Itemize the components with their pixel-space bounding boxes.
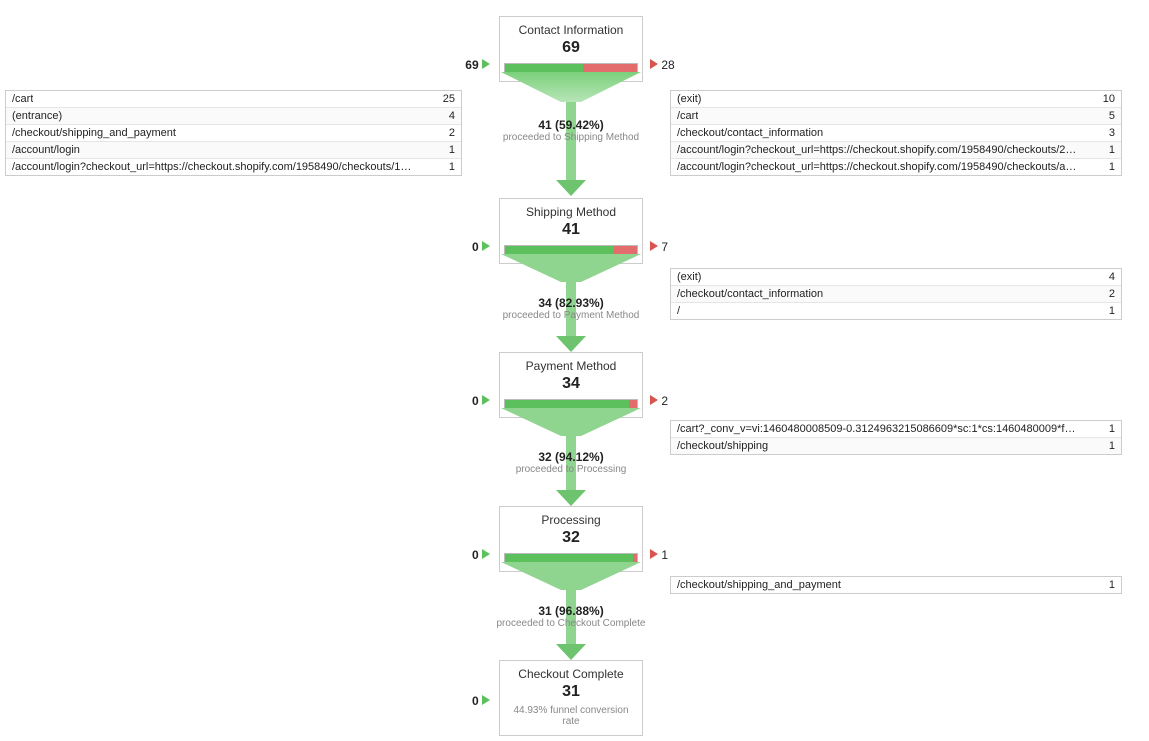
- exit-icon: [650, 549, 658, 559]
- path-cell: /: [677, 305, 680, 317]
- step2-exits: 7: [650, 240, 668, 254]
- step-box-shipping-method: Shipping Method 41: [499, 198, 643, 264]
- exit-table-step2: (exit)4/checkout/contact_information2/1: [670, 268, 1122, 320]
- count-cell: 10: [1103, 93, 1115, 105]
- count-cell: 1: [1109, 161, 1115, 173]
- path-cell: /checkout/contact_information: [677, 288, 823, 300]
- path-cell: /checkout/shipping_and_payment: [677, 579, 841, 591]
- step-count: 69: [504, 39, 638, 57]
- path-cell: /account/login: [12, 144, 80, 156]
- step-bar: [504, 399, 638, 409]
- transition-1: 41 (59.42%) proceeded to Shipping Method: [471, 118, 671, 143]
- table-row[interactable]: /checkout/contact_information 2: [671, 285, 1121, 302]
- step-count: 31: [504, 683, 638, 701]
- path-cell: /account/login?checkout_url=https://chec…: [677, 161, 1077, 173]
- count-cell: 1: [1109, 144, 1115, 156]
- step-bar: [504, 245, 638, 255]
- table-row[interactable]: (entrance) 4: [6, 107, 461, 124]
- exit-table-step3: /cart?_conv_v=vi:1460480008509-0.3124963…: [670, 420, 1122, 455]
- count-cell: 3: [1109, 127, 1115, 139]
- path-cell: /cart: [12, 93, 33, 105]
- table-row[interactable]: /cart 25: [6, 91, 461, 107]
- exit-icon: [650, 241, 658, 251]
- count-cell: 4: [1109, 271, 1115, 283]
- table-row[interactable]: /checkout/contact_information 3: [671, 124, 1121, 141]
- step-title: Shipping Method: [504, 205, 638, 219]
- path-cell: (exit): [677, 271, 701, 283]
- step4-entries: 0: [430, 548, 490, 562]
- entry-icon: [482, 549, 490, 559]
- step-title: Processing: [504, 513, 638, 527]
- step-box-payment-method: Payment Method 34: [499, 352, 643, 418]
- table-row[interactable]: /checkout/shipping_and_payment 1: [671, 577, 1121, 593]
- step-count: 41: [504, 221, 638, 239]
- step-box-contact-information: Contact Information 69: [499, 16, 643, 82]
- step-title: Checkout Complete: [504, 667, 638, 681]
- path-cell: /checkout/shipping: [677, 440, 768, 452]
- step3-exits: 2: [650, 394, 668, 408]
- path-cell: (exit): [677, 93, 701, 105]
- step1-exits: 28: [650, 58, 675, 72]
- path-cell: /account/login?checkout_url=https://chec…: [677, 144, 1077, 156]
- transition-4: 31 (96.88%) proceeded to Checkout Comple…: [471, 604, 671, 629]
- path-cell: (entrance): [12, 110, 62, 122]
- step5-entries: 0: [430, 694, 490, 708]
- table-row[interactable]: /checkout/shipping_and_payment 2: [6, 124, 461, 141]
- table-row[interactable]: /account/login?checkout_url=https://chec…: [6, 158, 461, 175]
- count-cell: 2: [1109, 288, 1115, 300]
- exit-table-step1: (exit) 10/cart 5/checkout/contact_informat…: [670, 90, 1122, 176]
- step-bar: [504, 553, 638, 563]
- step-box-processing: Processing 32: [499, 506, 643, 572]
- count-cell: 1: [1109, 579, 1115, 591]
- exit-icon: [650, 59, 658, 69]
- step-bar: [504, 63, 638, 73]
- exit-table-step4: /checkout/shipping_and_payment 1: [670, 576, 1122, 594]
- table-row[interactable]: /checkout/shipping 1: [671, 437, 1121, 454]
- count-cell: 1: [1109, 440, 1115, 452]
- path-cell: /cart: [677, 110, 698, 122]
- step3-entries: 0: [430, 394, 490, 408]
- funnel-conversion-rate: 44.93% funnel conversion rate: [504, 705, 638, 727]
- table-row[interactable]: (exit) 10: [671, 91, 1121, 107]
- step1-entries: 69: [430, 58, 490, 72]
- entry-table-step1: /cart 25 (entrance) 4/checkout/shipping_and…: [5, 90, 462, 176]
- count-cell: 25: [443, 93, 455, 105]
- count-cell: 5: [1109, 110, 1115, 122]
- table-row[interactable]: /account/login?checkout_url=https://chec…: [671, 158, 1121, 175]
- transition-2: 34 (82.93%) proceeded to Payment Method: [471, 296, 671, 321]
- count-cell: 4: [449, 110, 455, 122]
- count-cell: 1: [449, 144, 455, 156]
- step-count: 34: [504, 375, 638, 393]
- table-row[interactable]: /1: [671, 302, 1121, 319]
- table-row[interactable]: (exit) 4: [671, 269, 1121, 285]
- path-cell: /checkout/contact_information: [677, 127, 823, 139]
- step4-exits: 1: [650, 548, 668, 562]
- entry-icon: [482, 695, 490, 705]
- table-row[interactable]: /account/login 1: [6, 141, 461, 158]
- path-cell: /account/login?checkout_url=https://chec…: [12, 161, 412, 173]
- count-cell: 1: [449, 161, 455, 173]
- count-cell: 1: [1109, 305, 1115, 317]
- count-cell: 2: [449, 127, 455, 139]
- entry-icon: [482, 395, 490, 405]
- path-cell: /checkout/shipping_and_payment: [12, 127, 176, 139]
- table-row[interactable]: /cart 5: [671, 107, 1121, 124]
- transition-3: 32 (94.12%) proceeded to Processing: [471, 450, 671, 475]
- step-title: Payment Method: [504, 359, 638, 373]
- count-cell: 1: [1109, 423, 1115, 435]
- table-row[interactable]: /cart?_conv_v=vi:1460480008509-0.3124963…: [671, 421, 1121, 437]
- funnel-canvas: Contact Information 69 69 28 41 (59.42%)…: [0, 0, 1149, 741]
- entry-icon: [482, 241, 490, 251]
- table-row[interactable]: /account/login?checkout_url=https://chec…: [671, 141, 1121, 158]
- step-count: 32: [504, 529, 638, 547]
- exit-icon: [650, 395, 658, 405]
- step-title: Contact Information: [504, 23, 638, 37]
- step-box-checkout-complete: Checkout Complete 31 44.93% funnel conve…: [499, 660, 643, 736]
- entry-icon: [482, 59, 490, 69]
- path-cell: /cart?_conv_v=vi:1460480008509-0.3124963…: [677, 423, 1077, 435]
- step2-entries: 0: [430, 240, 490, 254]
